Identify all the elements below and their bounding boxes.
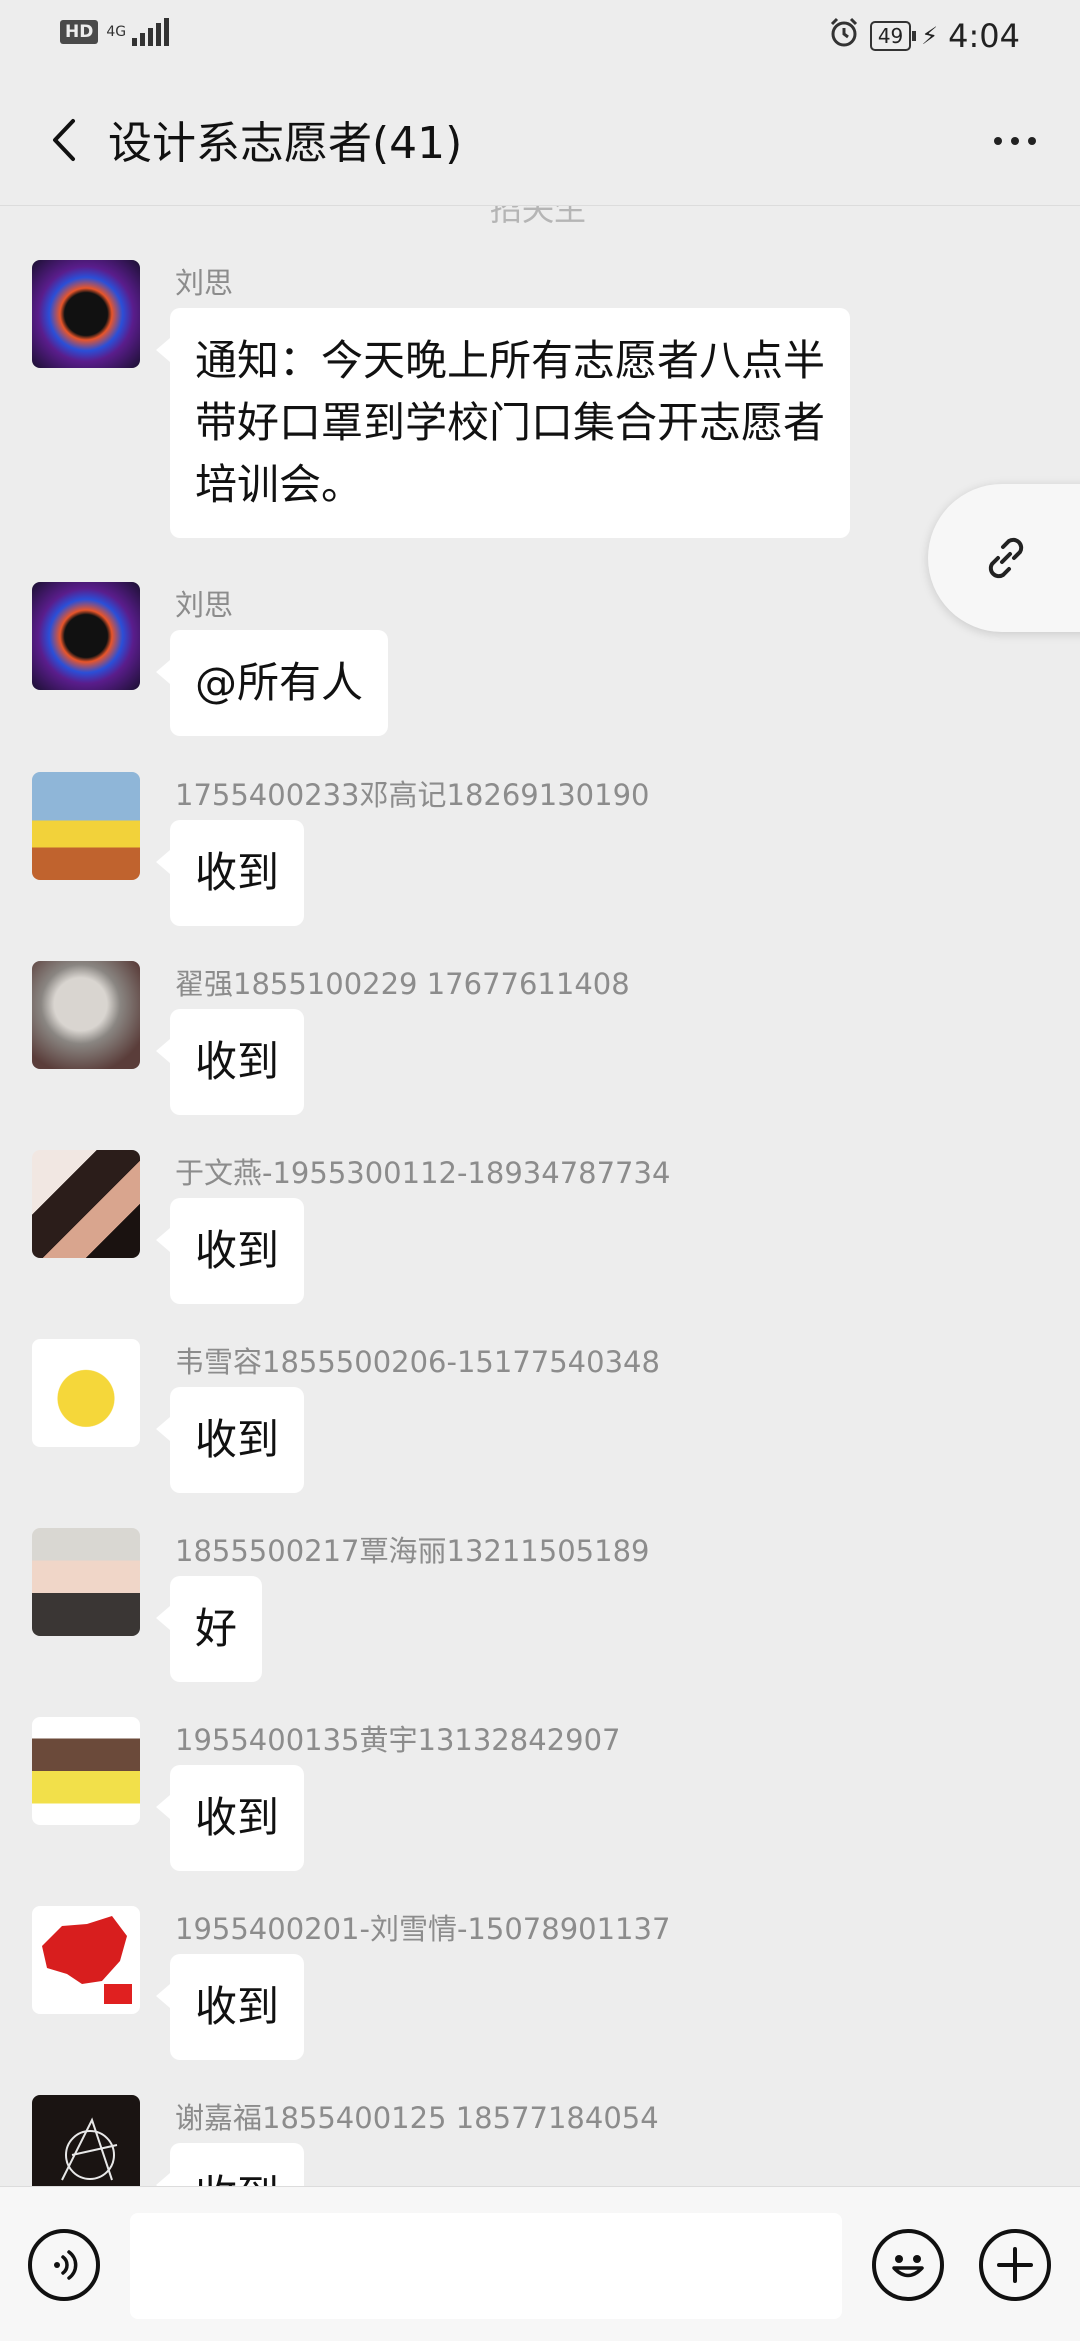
input-bar (0, 2186, 1080, 2341)
avatar[interactable] (32, 961, 140, 1069)
cut-off-text: 招失生 (490, 206, 587, 228)
message-item: 1955400135黄宇13132842907 收到 (32, 1717, 932, 1877)
sender-name: 翟强1855100229 17677611408 (175, 967, 630, 1001)
message-bubble[interactable]: 收到 (155, 1765, 305, 1871)
avatar[interactable] (32, 260, 140, 368)
message-bubble[interactable]: @所有人 (155, 630, 389, 736)
message-bubble[interactable]: 收到 (155, 1198, 305, 1304)
avatar[interactable] (32, 772, 140, 880)
more-horizontal-icon (994, 137, 1002, 145)
link-icon (988, 537, 1024, 579)
voice-button[interactable] (28, 2229, 100, 2301)
message-item: 1755400233邓高记18269130190 收到 (32, 772, 932, 932)
status-bar: HD 4G 49 ⚡ 4:04 (0, 0, 1080, 75)
battery-indicator: 49 (869, 21, 917, 51)
floating-link-button[interactable] (928, 484, 1080, 632)
message-bubble[interactable]: 通知：今天晚上所有志愿者八点半带好口罩到学校门口集合开志愿者培训会。 (156, 308, 850, 538)
message-item: 谢嘉福1855400125 18577184054 收到 (32, 2095, 932, 2186)
message-bubble[interactable]: 收到 (155, 1009, 305, 1115)
avatar[interactable] (32, 1528, 140, 1636)
message-item: 1855500217覃海丽13211505189 好 (32, 1528, 932, 1688)
message-bubble[interactable]: 收到 (155, 2143, 305, 2186)
message-bubble[interactable]: 收到 (155, 1387, 305, 1493)
avatar[interactable] (32, 1339, 140, 1447)
message-item: 于文燕-1955300112-18934787734 收到 (32, 1150, 932, 1310)
chat-message-list[interactable]: 招失生 刘思 通知：今天晚上所有志愿者八点半带好口罩到学校门口集合开志愿者培训会… (0, 206, 1080, 2186)
chat-title: 设计系志愿者(41) (108, 118, 463, 169)
avatar[interactable] (32, 1150, 140, 1258)
plus-icon (997, 2247, 1033, 2283)
chevron-left-icon (53, 119, 75, 161)
plus-button[interactable] (979, 2229, 1051, 2301)
status-time: 4:04 (948, 17, 1020, 55)
message-input[interactable] (130, 2213, 842, 2319)
message-item: 刘思 @所有人 (32, 582, 932, 742)
message-item: 1955400201-刘雪情-15078901137 收到 (32, 1906, 932, 2066)
status-right: 49 ⚡ 4:04 (828, 16, 1020, 56)
avatar[interactable] (32, 2095, 140, 2186)
hd-badge: HD (60, 20, 99, 44)
alarm-icon (828, 16, 860, 56)
emoji-button[interactable] (872, 2229, 944, 2301)
more-options-button[interactable] (980, 111, 1050, 171)
back-button[interactable] (30, 105, 100, 175)
message-bubble[interactable]: 收到 (155, 820, 305, 926)
message-item: 翟强1855100229 17677611408 收到 (32, 961, 932, 1121)
message-bubble[interactable]: 收到 (155, 1954, 305, 2060)
emoji-icon (892, 2255, 924, 2278)
sender-name: 刘思 (175, 266, 234, 300)
chat-header: 设计系志愿者(41) (0, 75, 1080, 206)
sender-name: 于文燕-1955300112-18934787734 (175, 1156, 671, 1190)
signal-icon (132, 18, 170, 46)
avatar[interactable] (32, 1717, 140, 1825)
voice-icon (54, 2250, 78, 2280)
network-type: 4G (106, 24, 127, 40)
sender-name: 1955400135黄宇13132842907 (175, 1723, 621, 1757)
sender-name: 韦雪容1855500206-15177540348 (175, 1345, 660, 1379)
sender-name: 刘思 (175, 588, 234, 622)
sender-name: 1755400233邓高记18269130190 (175, 778, 650, 812)
china-map-icon (42, 1916, 132, 2004)
charging-icon: ⚡ (921, 22, 939, 50)
avatar[interactable] (32, 582, 140, 690)
avatar[interactable] (32, 1906, 140, 2014)
sender-name: 1955400201-刘雪情-15078901137 (175, 1912, 671, 1946)
sender-name: 谢嘉福1855400125 18577184054 (175, 2101, 659, 2135)
sketch-logo-icon (61, 2117, 118, 2181)
message-bubble[interactable]: 好 (155, 1576, 263, 1682)
message-item: 韦雪容1855500206-15177540348 收到 (32, 1339, 932, 1499)
status-left: HD 4G (60, 18, 170, 46)
message-item: 刘思 通知：今天晚上所有志愿者八点半带好口罩到学校门口集合开志愿者培训会。 (32, 260, 932, 620)
sender-name: 1855500217覃海丽13211505189 (175, 1534, 650, 1568)
